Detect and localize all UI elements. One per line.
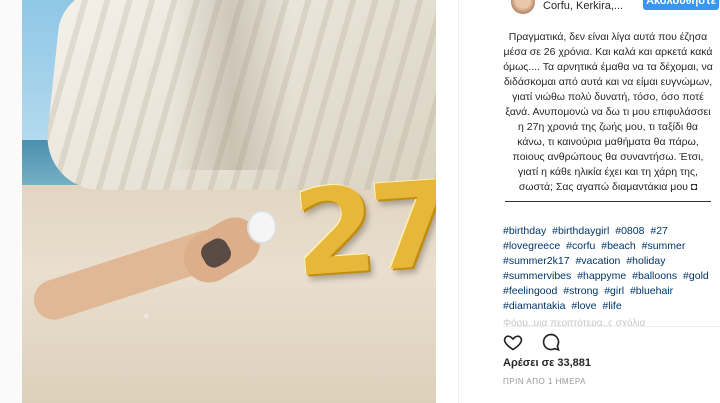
post-time[interactable]: ΠΡΙΝ ΑΠΟ 1 ΗΜΕΡΑ xyxy=(503,377,586,386)
gold-number-balloons: 27 xyxy=(289,154,436,304)
instagram-post: 27 Corfu, Kerkira,... Ακολουθήστε Πραγμα… xyxy=(22,0,720,403)
divider xyxy=(503,326,720,327)
hashtag-link[interactable]: #lovegreece xyxy=(503,240,560,252)
post-photo[interactable]: 27 xyxy=(22,0,436,403)
hashtag-link[interactable]: #beach xyxy=(601,240,635,252)
hashtag-link[interactable]: #vacation xyxy=(575,255,620,267)
caption-rule xyxy=(505,201,711,202)
hashtag-link[interactable]: #feelingood xyxy=(503,285,557,297)
comments-area: Πραγματικά, δεν είναι λίγα αυτά που έζησ… xyxy=(459,16,717,326)
post-sidebar: Corfu, Kerkira,... Ακολουθήστε Πραγματικ… xyxy=(458,0,720,403)
hashtag-link[interactable]: #0808 xyxy=(615,225,644,237)
hashtag-link[interactable]: #summer2k17 xyxy=(503,255,570,267)
caption-body: Πραγματικά, δεν είναι λίγα αυτά που έζησ… xyxy=(503,31,713,193)
hashtag-link[interactable]: #corfu xyxy=(566,240,595,252)
hashtag-link[interactable]: #summer xyxy=(642,240,686,252)
hashtag-link[interactable]: #27 xyxy=(650,225,668,237)
post-actions xyxy=(503,332,575,352)
faded-comment-text: Φόρμ..μια περιττότερα..ς σχόλια xyxy=(503,318,646,326)
avatar[interactable] xyxy=(511,0,535,14)
hashtag-link[interactable]: #birthday xyxy=(503,225,546,237)
hashtag-link[interactable]: #love xyxy=(571,300,596,312)
white-hat xyxy=(247,210,277,244)
cliff-shadow xyxy=(172,0,292,170)
hashtag-link[interactable]: #gold xyxy=(683,270,709,282)
hashtag-link[interactable]: #holiday xyxy=(626,255,665,267)
hashtag-link[interactable]: #happyme xyxy=(577,270,626,282)
comment-icon[interactable] xyxy=(541,332,561,352)
hashtag-link[interactable]: #diamantakia xyxy=(503,300,565,312)
follow-button[interactable]: Ακολουθήστε xyxy=(643,0,719,10)
post-header: Corfu, Kerkira,... Ακολουθήστε xyxy=(459,0,720,16)
location-link[interactable]: Corfu, Kerkira,... xyxy=(543,0,623,12)
hashtag-link[interactable]: #birthdaygirl xyxy=(552,225,609,237)
caption-text: Πραγματικά, δεν είναι λίγα αυτά που έζησ… xyxy=(503,30,713,208)
hashtag-link[interactable]: #balloons xyxy=(632,270,677,282)
hashtag-list: #birthday #birthdaygirl #0808 #27 #loveg… xyxy=(503,224,713,314)
hashtag-link[interactable]: #life xyxy=(602,300,621,312)
hashtag-link[interactable]: #girl xyxy=(604,285,624,297)
heart-icon[interactable] xyxy=(503,332,523,352)
like-count[interactable]: Αρέσει σε 33,881 xyxy=(503,357,591,369)
hashtag-link[interactable]: #summervibes xyxy=(503,270,571,282)
hashtag-link[interactable]: #bluehair xyxy=(630,285,673,297)
hashtag-link[interactable]: #strong xyxy=(563,285,598,297)
